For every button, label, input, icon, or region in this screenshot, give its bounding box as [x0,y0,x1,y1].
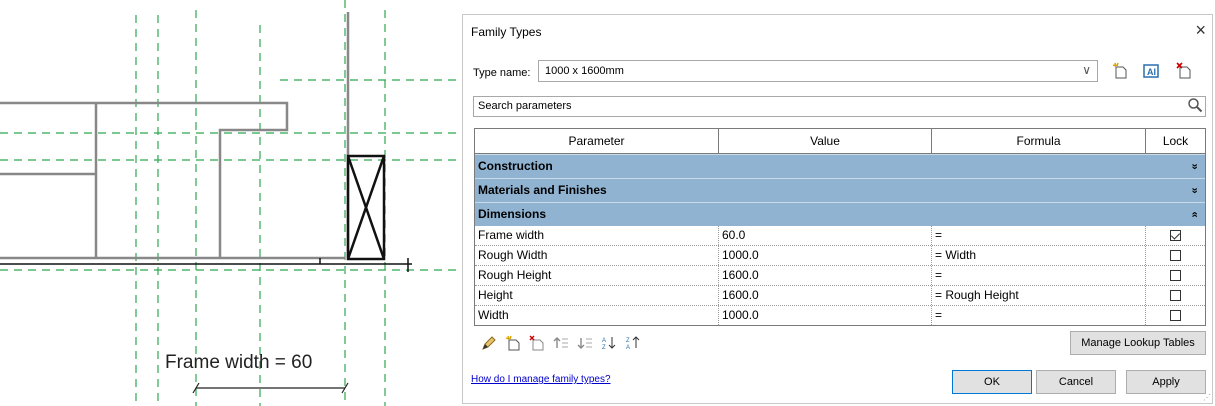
move-up-icon[interactable] [549,333,573,353]
formula-cell[interactable]: = Rough Height [932,286,1146,305]
new-parameter-icon[interactable] [501,333,525,353]
dialog-title: Family Types [471,25,542,39]
lock-checkbox[interactable] [1170,230,1181,241]
svg-text:A: A [602,338,606,344]
table-row[interactable]: Width 1000.0 = [475,306,1205,325]
chevron-down-icon[interactable]: ∨ [1082,63,1091,77]
rename-type-icon[interactable]: AI [1141,61,1161,81]
value-cell[interactable]: 1600.0 [719,286,932,305]
parameter-cell[interactable]: Rough Width [475,246,719,265]
value-cell[interactable]: 60.0 [719,226,932,245]
lock-checkbox[interactable] [1170,270,1181,281]
search-parameters-input[interactable]: Search parameters [473,96,1206,117]
lock-cell [1146,286,1205,305]
group-construction[interactable]: Construction » [475,154,1205,178]
lock-cell [1146,306,1205,325]
parameter-cell[interactable]: Height [475,286,719,305]
formula-cell[interactable]: = [932,306,1146,325]
svg-text:AI: AI [1147,67,1156,77]
apply-button[interactable]: Apply [1126,370,1206,394]
lock-checkbox[interactable] [1170,290,1181,301]
column-header-parameter[interactable]: Parameter [475,129,719,153]
type-name-value: 1000 x 1600mm [545,65,624,77]
parameter-cell[interactable]: Frame width [475,226,719,245]
table-row[interactable]: Height 1600.0 = Rough Height [475,286,1205,306]
formula-cell[interactable]: = [932,266,1146,285]
delete-parameter-icon[interactable] [525,333,549,353]
search-icon[interactable] [1187,97,1203,116]
collapse-chevron-icon[interactable]: « [1182,211,1205,217]
new-type-icon[interactable] [1111,61,1131,81]
parameter-toolbar: AZ ZA [477,333,645,353]
expand-chevron-icon[interactable]: » [1182,163,1205,169]
sort-descending-icon[interactable]: ZA [621,333,645,353]
table-row[interactable]: Rough Width 1000.0 = Width [475,246,1205,266]
column-header-value[interactable]: Value [719,129,932,153]
table-row[interactable]: Frame width 60.0 = [475,226,1205,246]
parameter-cell[interactable]: Width [475,306,719,325]
lock-checkbox[interactable] [1170,310,1181,321]
svg-text:Z: Z [602,345,606,351]
parameters-table: Parameter Value Formula Lock Constructio… [474,128,1206,326]
manage-lookup-tables-button[interactable]: Manage Lookup Tables [1070,331,1206,355]
resize-grip-icon[interactable]: ⋰ [1203,393,1211,402]
dimension-annotation: Frame width = 60 [165,352,313,373]
lock-cell [1146,226,1205,245]
group-label: Construction [478,159,553,173]
move-down-icon[interactable] [573,333,597,353]
formula-cell[interactable]: = [932,226,1146,245]
ok-button[interactable]: OK [952,370,1032,394]
value-cell[interactable]: 1000.0 [719,246,932,265]
delete-type-icon[interactable] [1175,61,1195,81]
type-name-label: Type name: [473,67,531,79]
search-text: Search parameters [478,100,572,112]
parameter-cell[interactable]: Rough Height [475,266,719,285]
family-types-dialog: Family Types × Type name: 1000 x 1600mm … [462,14,1213,404]
wall-geometry [0,12,350,260]
value-cell[interactable]: 1000.0 [719,306,932,325]
cancel-button[interactable]: Cancel [1036,370,1116,394]
column-header-formula[interactable]: Formula [932,129,1146,153]
drawing-canvas[interactable] [0,0,460,406]
group-materials-and-finishes[interactable]: Materials and Finishes » [475,178,1205,202]
dimension-line [192,382,349,394]
group-dimensions[interactable]: Dimensions « [475,202,1205,226]
sort-ascending-icon[interactable]: AZ [597,333,621,353]
group-label: Materials and Finishes [478,183,607,197]
value-cell[interactable]: 1600.0 [719,266,932,285]
table-row[interactable]: Rough Height 1600.0 = [475,266,1205,286]
type-name-dropdown[interactable]: 1000 x 1600mm ∨ [538,60,1098,82]
door-frame [346,154,386,261]
lock-cell [1146,246,1205,265]
group-label: Dimensions [478,207,547,221]
formula-cell[interactable]: = Width [932,246,1146,265]
svg-text:A: A [626,345,630,351]
svg-text:Z: Z [626,338,630,344]
lock-cell [1146,266,1205,285]
close-icon[interactable]: × [1195,20,1206,40]
table-header: Parameter Value Formula Lock [475,129,1205,154]
column-header-lock[interactable]: Lock [1146,129,1205,153]
reference-lines [0,0,460,406]
lock-checkbox[interactable] [1170,250,1181,261]
edit-pencil-icon[interactable] [477,333,501,353]
help-link[interactable]: How do I manage family types? [471,374,611,385]
expand-chevron-icon[interactable]: » [1182,187,1205,193]
